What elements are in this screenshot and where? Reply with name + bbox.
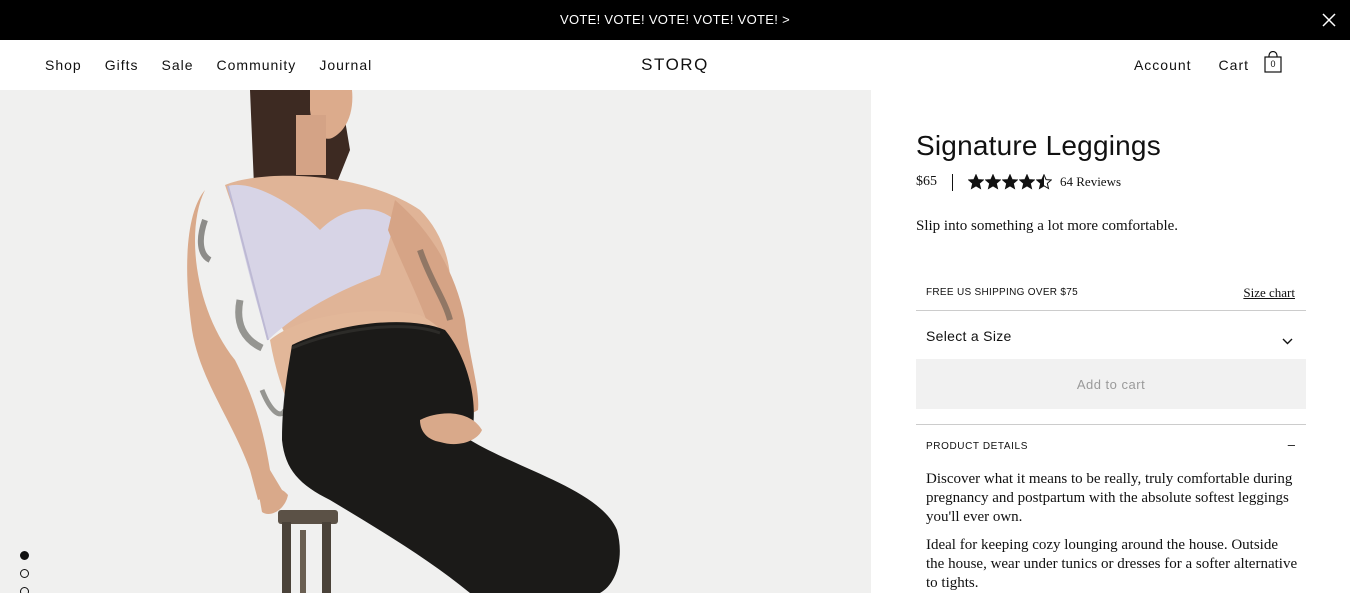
product-title: Signature Leggings [916, 130, 1161, 161]
stool-illustration [278, 510, 338, 593]
reviews-link[interactable]: 64 Reviews [1060, 174, 1121, 190]
product-details-toggle[interactable]: PRODUCT DETAILS – [916, 424, 1306, 462]
collapse-icon: – [1287, 437, 1295, 452]
shipping-note: FREE US SHIPPING OVER $75 [926, 287, 1078, 298]
divider [952, 173, 953, 191]
star-icon [968, 174, 984, 190]
price-rating-row: $65 64 Reviews [916, 173, 1121, 191]
announcement-bar: VOTE! VOTE! VOTE! VOTE! VOTE! > [0, 0, 1350, 40]
size-select[interactable]: Select a Size [916, 312, 1306, 359]
star-icon [1002, 174, 1018, 190]
slide-dot-1[interactable] [20, 551, 29, 560]
rating-stars[interactable] [968, 174, 1053, 190]
site-header: Shop Gifts Sale Community Journal STORQ … [0, 40, 1350, 90]
account-link[interactable]: Account [1134, 57, 1192, 73]
star-icon [985, 174, 1001, 190]
product-tagline: Slip into something a lot more comfortab… [916, 218, 1179, 234]
chevron-down-icon [1282, 332, 1293, 350]
close-icon[interactable] [1322, 13, 1336, 27]
announcement-link[interactable]: VOTE! VOTE! VOTE! VOTE! VOTE! > [0, 12, 1350, 27]
header-actions: Account Cart [1134, 57, 1258, 73]
cart-link[interactable]: Cart [1219, 57, 1249, 73]
cart-count: 0 [1270, 59, 1276, 69]
product-details-body: Discover what it means to be really, tru… [926, 470, 1298, 593]
star-icon [1036, 174, 1052, 190]
add-to-cart-button[interactable]: Add to cart [916, 359, 1306, 409]
product-price: $65 [916, 174, 937, 189]
shopping-bag-icon[interactable]: 0 [1264, 50, 1282, 73]
slide-indicators [20, 551, 29, 593]
product-image[interactable] [0, 90, 871, 593]
slide-dot-2[interactable] [20, 569, 29, 578]
product-details-label: PRODUCT DETAILS [926, 441, 1028, 452]
shipping-row: FREE US SHIPPING OVER $75 Size chart [916, 285, 1306, 311]
star-icon [1019, 174, 1035, 190]
size-select-label: Select a Size [926, 328, 1012, 344]
details-paragraph: Discover what it means to be really, tru… [926, 471, 1293, 525]
slide-dot-3[interactable] [20, 587, 29, 593]
size-chart-link[interactable]: Size chart [1243, 285, 1295, 301]
details-paragraph: Ideal for keeping cozy lounging around t… [926, 537, 1298, 591]
